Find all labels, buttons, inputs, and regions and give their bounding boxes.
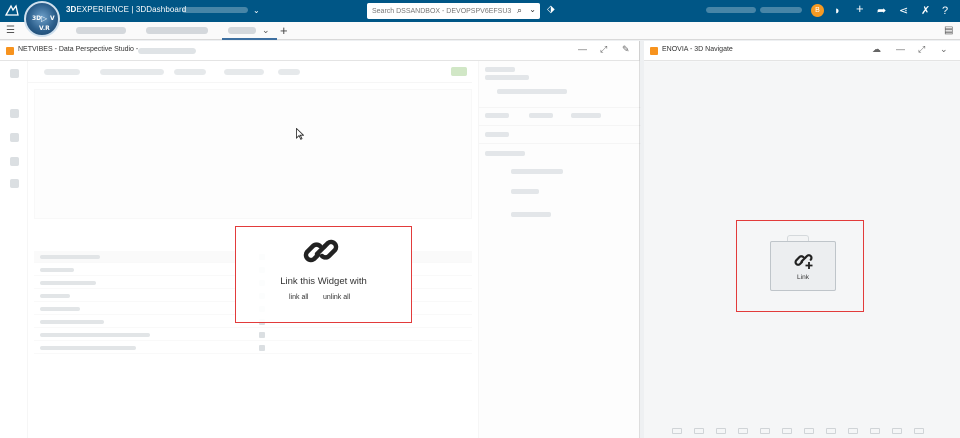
tab-bar: ☰ ⌄ + ▤ xyxy=(0,22,960,40)
hamburger-menu-icon[interactable]: ☰ xyxy=(6,25,15,36)
tag-icon[interactable]: ⬗ xyxy=(547,4,555,15)
top-bar: 3DEXPERIENCE | 3DDashboard ⌄ Search DSSA… xyxy=(0,0,960,22)
chevron-down-icon[interactable]: ⌄ xyxy=(262,25,270,36)
dashboard-name-blurred xyxy=(182,7,248,13)
widget-title: ENOVIA - 3D Navigate xyxy=(662,46,733,53)
chevron-down-icon[interactable]: ⌄ xyxy=(253,6,260,15)
mouse-cursor-icon xyxy=(296,128,304,140)
minimize-icon[interactable]: — xyxy=(896,44,905,54)
app-title: 3DEXPERIENCE | 3DDashboard xyxy=(66,5,187,14)
avatar[interactable]: B xyxy=(811,4,824,17)
3d-navigate-widget: ENOVIA - 3D Navigate ☁ — ⤢ ⌄ Link xyxy=(644,41,960,438)
cloud-icon[interactable]: ☁ xyxy=(872,44,881,55)
search-scope-dropdown-icon[interactable]: ⌄ xyxy=(529,5,536,14)
user-name-blurred xyxy=(706,7,756,13)
link-widget-heading: Link this Widget with xyxy=(280,276,367,287)
active-tab-indicator xyxy=(222,38,277,40)
maximize-icon[interactable]: ⤢ xyxy=(600,44,607,55)
visualization-canvas xyxy=(34,89,472,219)
chain-link-icon xyxy=(303,239,339,263)
help-icon[interactable]: ? xyxy=(942,3,948,19)
tab-3-active[interactable] xyxy=(228,27,256,34)
unlink-all-button[interactable]: unlink all xyxy=(323,294,350,301)
search-input[interactable]: Search DSSANDBOX - DEVOPSPV6EFSU3 ⌕ ⌄ xyxy=(367,3,540,19)
chat-icon[interactable]: ▤ xyxy=(944,25,953,36)
navigate-toolbar-disabled xyxy=(650,414,950,438)
widget-title: NETVIBES - Data Perspective Studio - xyxy=(18,46,139,53)
add-tab-button[interactable]: + xyxy=(280,23,288,38)
properties-panel xyxy=(478,61,641,438)
rail-icon xyxy=(10,109,19,118)
left-rail xyxy=(0,61,28,438)
search-icon[interactable]: ⌕ xyxy=(517,5,522,16)
3ds-logo-icon[interactable] xyxy=(4,3,20,19)
widget-header: ENOVIA - 3D Navigate ☁ — ⤢ ⌄ xyxy=(644,41,960,61)
user-role-blurred xyxy=(760,7,802,13)
rail-icon xyxy=(10,157,19,166)
tab-1[interactable] xyxy=(76,27,126,34)
maximize-icon[interactable]: ⤢ xyxy=(918,44,925,55)
rail-icon xyxy=(10,179,19,188)
chevron-down-icon[interactable]: ⌄ xyxy=(940,44,948,55)
link-add-icon xyxy=(794,254,813,269)
tab-2[interactable] xyxy=(146,27,208,34)
widget-app-icon xyxy=(650,47,658,55)
home-icon xyxy=(10,69,19,78)
widget-header: NETVIBES - Data Perspective Studio - — ⤢… xyxy=(0,41,639,61)
share-icon[interactable]: ➦ xyxy=(877,3,886,19)
widget-app-icon xyxy=(6,47,14,55)
rail-icon xyxy=(10,133,19,142)
tools-icon[interactable]: ✗ xyxy=(921,3,930,19)
link-label: Link xyxy=(797,274,809,281)
link-frame: Link xyxy=(736,220,864,312)
plus-icon[interactable]: + xyxy=(856,1,864,17)
compass-icon[interactable]: 3D ▷ V V.R xyxy=(24,1,60,37)
network-icon[interactable]: ⋖ xyxy=(899,3,908,19)
widget-title-blurred xyxy=(138,48,196,54)
link-button[interactable]: Link xyxy=(770,241,836,291)
link-widget-panel: Link this Widget with link all unlink al… xyxy=(235,226,412,323)
minimize-icon[interactable]: — xyxy=(578,44,587,54)
pin-icon[interactable]: ✎ xyxy=(622,44,630,55)
studio-toolbar xyxy=(28,61,472,83)
link-all-button[interactable]: link all xyxy=(289,294,308,301)
feed-icon[interactable]: ◗ xyxy=(834,3,841,19)
